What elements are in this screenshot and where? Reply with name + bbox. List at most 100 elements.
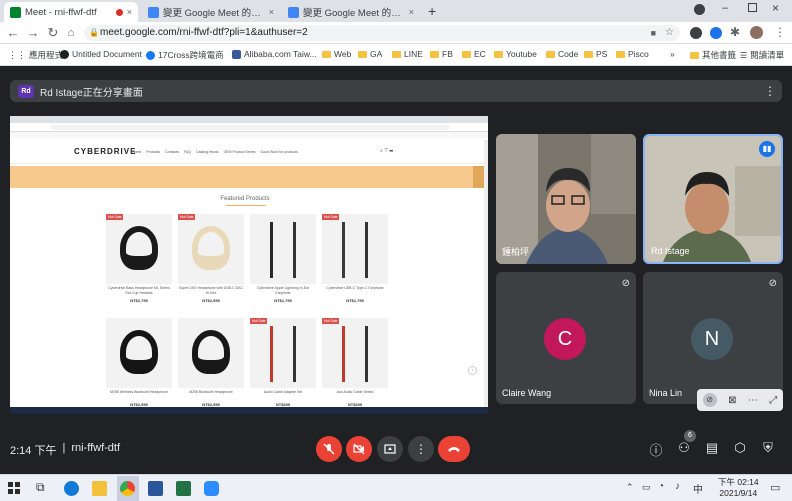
forward-icon[interactable]: → [26, 26, 40, 40]
presenter-avatar: Rd [18, 84, 34, 98]
tab-meet[interactable]: Meet - rni-ffwf-dtf × [4, 2, 138, 22]
bookmark-other[interactable]: 其他書籤 [690, 49, 736, 61]
product-badge: Hot Sale [106, 214, 124, 220]
bookmark-line[interactable]: LINE [392, 49, 423, 59]
product-illustration [270, 222, 296, 278]
self-view-controls: ⊘ ⊠ ⋯ ⤢ [697, 389, 783, 411]
site-nav-item: Home [132, 150, 142, 154]
word-icon[interactable] [148, 481, 163, 496]
speaking-indicator-icon: ▮▮ [759, 141, 775, 157]
bookmark-overflow[interactable]: » [670, 49, 675, 59]
extension-icon[interactable] [710, 27, 722, 39]
product-illustration [342, 222, 368, 278]
close-tab-icon[interactable]: × [269, 7, 274, 17]
product-name: M255 Wireless Bluetooth Headphone [110, 390, 168, 394]
expand-icon[interactable]: ⤢ [769, 395, 777, 406]
bookmark-ga[interactable]: GA [358, 49, 382, 59]
home-icon[interactable]: ⌂ [64, 26, 78, 40]
page-icon [232, 49, 241, 59]
shared-tabstrip [10, 116, 488, 123]
windows-start-icon[interactable] [8, 482, 20, 494]
volume-icon[interactable]: ♪ [675, 481, 680, 492]
taskbar-clock[interactable]: 下午 02:14 2021/9/14 [718, 477, 759, 499]
bookmark-17cross[interactable]: 17Cross跨境電商 [146, 49, 224, 61]
bookmark-code[interactable]: Code [546, 49, 578, 59]
bookmark-alibaba[interactable]: Alibaba.com Taiw... [232, 49, 317, 59]
tab-help-1[interactable]: 變更 Google Meet 的背景並使用 × [142, 2, 280, 22]
reading-list[interactable]: ☰ 閱讀清單 [740, 49, 784, 61]
close-window-icon[interactable]: × [772, 1, 779, 15]
tab-help-2[interactable]: 變更 Google Meet 的背景並使用 × [282, 2, 420, 22]
host-controls-icon[interactable]: ⛨ [760, 440, 776, 456]
windows-taskbar: ⧉ ⌃ ▭ ◔ ♪ 中 下午 02:14 2021/9/14 ▭ [0, 474, 792, 501]
bookmark-star-icon[interactable]: ☆ [665, 25, 674, 41]
activities-icon[interactable]: ⬡ [732, 440, 748, 456]
end-call-button[interactable] [438, 436, 470, 462]
product-name: Super DSX Headphone with USB-C DAC Hi-Re… [178, 286, 243, 295]
bookmark-ec[interactable]: EC [462, 49, 486, 59]
bookmark-ps[interactable]: PS [584, 49, 607, 59]
mic-off-icon[interactable]: ⊘ [702, 393, 717, 407]
product-card: Hot Sale Cyberdrive USB-C Type-C Earphone… [322, 214, 388, 314]
participant-tile[interactable]: 鍾柏坪 [496, 134, 636, 264]
bookmark-fb[interactable]: FB [430, 49, 453, 59]
file-explorer-icon[interactable] [92, 481, 107, 496]
ime-indicator[interactable]: 中 [693, 481, 703, 496]
product-image [178, 318, 244, 388]
minimize-icon[interactable]: – [722, 2, 728, 14]
edge-icon[interactable] [64, 481, 79, 496]
new-tab-button[interactable]: + [428, 3, 436, 19]
apps-grid-icon: ⋮⋮ [8, 49, 26, 60]
mic-toggle-button[interactable] [316, 436, 342, 462]
product-price: NT$1,799 [274, 298, 292, 303]
wifi-icon[interactable]: ◔ [658, 481, 664, 492]
camera-toggle-button[interactable] [346, 436, 372, 462]
media-control-icon[interactable] [694, 4, 705, 15]
bookmark-apps[interactable]: ⋮⋮ 應用程式 [8, 49, 63, 61]
zoom-icon[interactable] [204, 481, 219, 496]
presentation-menu-icon[interactable]: ⋮ [764, 84, 776, 98]
product-badge: Hot Sale [322, 318, 340, 324]
close-tab-icon[interactable]: × [409, 7, 414, 17]
network-icon[interactable]: ▭ [642, 482, 651, 493]
camera-icon[interactable]: ■ [651, 25, 656, 41]
extension-icon[interactable] [690, 27, 702, 39]
product-card: M255 Wireless Bluetooth Headphone NT$2,99… [106, 318, 172, 414]
excel-icon[interactable] [176, 481, 191, 496]
participant-tile-active-speaker[interactable]: Rd Istage ▮▮ [643, 134, 783, 264]
site-nav-item: Products [146, 150, 161, 154]
participant-tile[interactable]: ⊘ N Nina Lin [643, 272, 783, 404]
section-underline [226, 205, 266, 206]
product-card: M255 Bluetooth Headphone NT$2,999 [178, 318, 244, 414]
more-options-button[interactable]: ⋮ [408, 436, 434, 462]
chrome-icon[interactable] [120, 481, 135, 496]
more-menu-icon[interactable]: ⋮ [774, 25, 786, 39]
product-name: Aux Audio Cable Series [336, 390, 374, 394]
task-view-icon[interactable]: ⧉ [36, 480, 45, 495]
meeting-details-icon[interactable]: ⓘ [648, 440, 664, 459]
bookmark-youtube[interactable]: Youtube [494, 49, 537, 59]
bookmark-pisco[interactable]: Pisco [616, 49, 649, 59]
close-tab-icon[interactable]: × [127, 7, 132, 17]
notifications-icon[interactable]: ▭ [770, 481, 780, 494]
google-favicon [148, 6, 159, 18]
url-input[interactable]: 🔒 meet.google.com/rni-ffwf-dtf?pli=1&aut… [84, 25, 680, 41]
product-card: Hot Sale Aux Audio Cable Series NT$399 [322, 318, 388, 414]
options-icon[interactable]: ⋯ [748, 395, 758, 406]
tray-chevron-icon[interactable]: ⌃ [626, 482, 634, 493]
puzzle-icon[interactable]: ✱ [730, 25, 740, 39]
bookmark-web[interactable]: Web [322, 49, 351, 59]
camera-off-icon[interactable]: ⊠ [728, 395, 736, 406]
people-icon[interactable]: ⚇ [676, 440, 692, 456]
back-icon[interactable]: ← [6, 26, 20, 40]
folder-icon [430, 50, 439, 58]
shared-screen: CYBERDRIVE Home Products Contacts FAQ Catalo… [10, 116, 488, 414]
participant-tile[interactable]: ⊘ C Claire Wang [496, 272, 636, 404]
bookmark-untitled[interactable]: Untitled Document [60, 49, 142, 59]
present-button[interactable] [377, 436, 403, 462]
maximize-icon[interactable] [748, 3, 757, 12]
reload-icon[interactable]: ↻ [46, 26, 60, 40]
chat-icon[interactable]: ▤ [704, 440, 720, 456]
profile-avatar[interactable] [750, 26, 763, 39]
site-header: CYBERDRIVE Home Products Contacts FAQ Catalo… [10, 140, 488, 164]
